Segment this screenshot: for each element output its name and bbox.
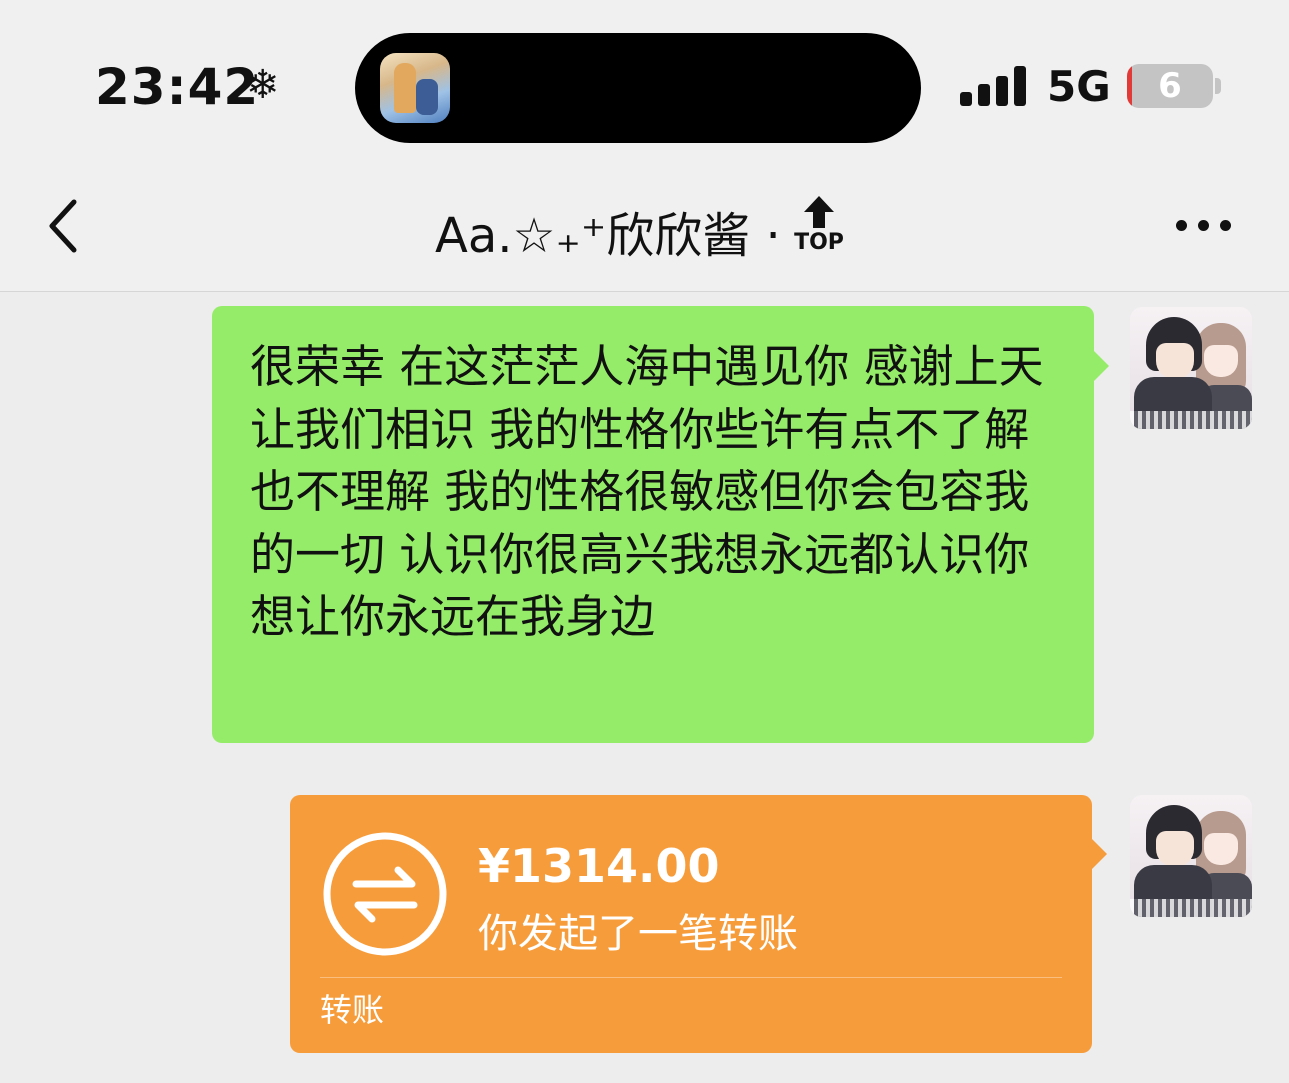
back-button[interactable] xyxy=(42,198,90,254)
avatar[interactable] xyxy=(1130,307,1252,429)
battery-icon: 6 xyxy=(1127,64,1213,108)
now-playing-artwork[interactable] xyxy=(380,53,450,123)
status-bar: 23:42 ❄ 5G 6 xyxy=(0,0,1289,160)
dynamic-island[interactable] xyxy=(355,33,921,143)
transfer-card[interactable]: ¥1314.00 你发起了一笔转账 转账 xyxy=(290,795,1092,1053)
message-bubble-text[interactable]: 很荣幸 在这茫茫人海中遇见你 感谢上天 让我们相识 我的性格你些许有点不了解也不… xyxy=(212,306,1094,743)
bubble-tail xyxy=(1091,838,1107,870)
chat-header: Aa.☆₊⁺欣欣酱 · TOP xyxy=(0,160,1289,292)
avatar[interactable] xyxy=(1130,795,1252,917)
battery-cap xyxy=(1215,78,1221,94)
transfer-label: 转账 xyxy=(320,991,385,1029)
battery-level: 6 xyxy=(1158,66,1182,106)
chat-title[interactable]: Aa.☆₊⁺欣欣酱 · xyxy=(435,196,781,266)
snowflake-icon: ❄ xyxy=(246,62,280,108)
top-arrow-icon xyxy=(804,196,834,228)
status-time: 23:42 xyxy=(95,58,260,116)
back-chevron-icon xyxy=(49,199,77,253)
cellular-signal-icon xyxy=(960,66,1026,106)
bubble-tail xyxy=(1093,350,1109,382)
transfer-arrows-icon xyxy=(323,832,447,956)
transfer-description: 你发起了一笔转账 xyxy=(478,911,798,957)
network-type: 5G xyxy=(1047,62,1111,111)
transfer-amount: ¥1314.00 xyxy=(478,839,720,893)
top-label: TOP xyxy=(794,230,844,255)
more-dots-icon[interactable] xyxy=(1172,206,1236,242)
pin-top-button[interactable]: TOP xyxy=(794,196,844,258)
divider xyxy=(320,977,1062,978)
